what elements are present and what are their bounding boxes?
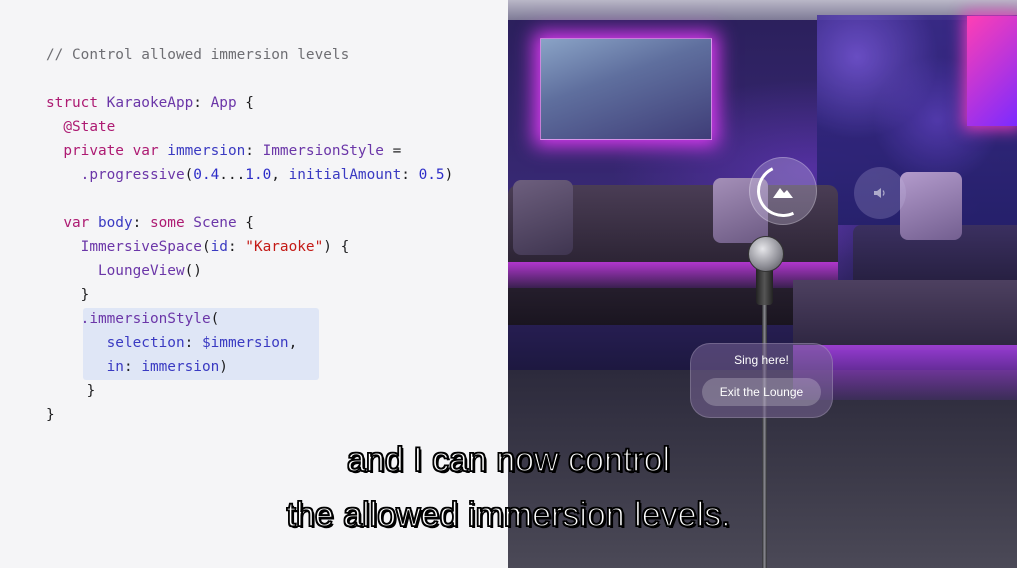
code-token: :	[401, 167, 419, 183]
code-panel: // Control allowed immersion levels struc…	[0, 0, 508, 568]
code-line: ImmersiveSpace(id: "Karaoke") {	[46, 238, 350, 256]
code-token: 0.4	[193, 167, 220, 183]
code-token: :	[123, 359, 142, 375]
code-token: id	[210, 239, 228, 255]
exit-lounge-button[interactable]: Exit the Lounge	[702, 378, 821, 406]
immersion-dial[interactable]	[749, 157, 817, 225]
code-token: ImmersiveSpace	[46, 239, 202, 255]
code-token: initialAmount	[288, 167, 402, 183]
code-token: var	[46, 215, 98, 231]
code-token: 1.0	[245, 167, 272, 183]
lounge-menu: Sing here! Exit the Lounge	[690, 343, 833, 418]
neon-painting	[540, 38, 712, 140]
code-token: .progressive	[46, 167, 185, 183]
cushion	[513, 180, 573, 255]
code-line: }	[46, 286, 90, 304]
code-line: in: immersion)	[46, 358, 228, 376]
code-token: :	[132, 215, 150, 231]
cushion	[900, 172, 962, 240]
code-token: // Control allowed immersion levels	[46, 47, 350, 63]
code-token: some	[149, 215, 194, 231]
neon-art	[967, 16, 1017, 126]
code-token: }	[52, 383, 96, 399]
code-token: "Karaoke"	[245, 239, 324, 255]
code-token: (	[184, 167, 194, 183]
coffee-table	[793, 280, 1017, 350]
code-token: selection	[46, 335, 185, 351]
code-token: @State	[46, 119, 116, 135]
code-token: ()	[184, 263, 202, 279]
code-token: )	[444, 167, 454, 183]
code-token: body	[97, 215, 133, 231]
code-line: struct KaraokeApp: App {	[46, 94, 254, 112]
code-token: immersion	[141, 359, 220, 375]
code-line: .progressive(0.4...1.0, initialAmount: 0…	[46, 166, 454, 184]
sofa-glow	[508, 262, 838, 288]
immersive-scene: Sing here! Exit the Lounge	[508, 0, 1017, 568]
code-token: ) {	[323, 239, 350, 255]
code-token: App	[210, 95, 237, 111]
code-token: private var	[46, 143, 168, 159]
code-line: .immersionStyle(	[46, 310, 220, 328]
code-token: }	[46, 287, 90, 303]
code-token: ...	[219, 167, 246, 183]
code-token: ,	[288, 335, 298, 351]
code-token: immersion	[167, 143, 246, 159]
code-token: $immersion	[201, 335, 289, 351]
speaker-icon	[873, 184, 887, 203]
code-token: .immersionStyle	[46, 311, 211, 327]
code-token: ImmersionStyle	[262, 143, 384, 159]
code-line: private var immersion: ImmersionStyle =	[46, 142, 401, 160]
volume-button[interactable]	[854, 167, 906, 219]
caption-line-1: and I can now control	[346, 440, 671, 480]
code-token: LoungeView	[46, 263, 185, 279]
code-token: (	[210, 311, 220, 327]
code-token: )	[219, 359, 228, 375]
code-token: (	[201, 239, 211, 255]
microphone[interactable]	[748, 236, 784, 272]
code-line: LoungeView()	[46, 262, 202, 280]
code-line: }	[46, 406, 55, 424]
code-line: var body: some Scene {	[46, 214, 254, 232]
code-token: Scene	[193, 215, 237, 231]
code-token: struct	[46, 95, 107, 111]
code-token: KaraokeApp	[106, 95, 194, 111]
code-token: ,	[271, 167, 289, 183]
code-token: {	[236, 215, 254, 231]
code-line: @State	[46, 118, 115, 136]
code-token: 0.5	[418, 167, 445, 183]
code-token: :	[184, 335, 202, 351]
code-line: }	[52, 382, 96, 400]
code-token: :	[227, 239, 246, 255]
code-token: }	[46, 407, 55, 423]
code-token: {	[236, 95, 254, 111]
code-token: :	[193, 95, 211, 111]
code-token: =	[383, 143, 402, 159]
code-line: // Control allowed immersion levels	[46, 46, 349, 64]
code-token: :	[245, 143, 263, 159]
menu-title: Sing here!	[734, 353, 789, 367]
code-token: in	[46, 359, 124, 375]
code-line: selection: $immersion,	[46, 334, 298, 352]
mountain-icon	[749, 157, 817, 225]
caption-line-2: the allowed immersion levels.	[286, 495, 732, 535]
